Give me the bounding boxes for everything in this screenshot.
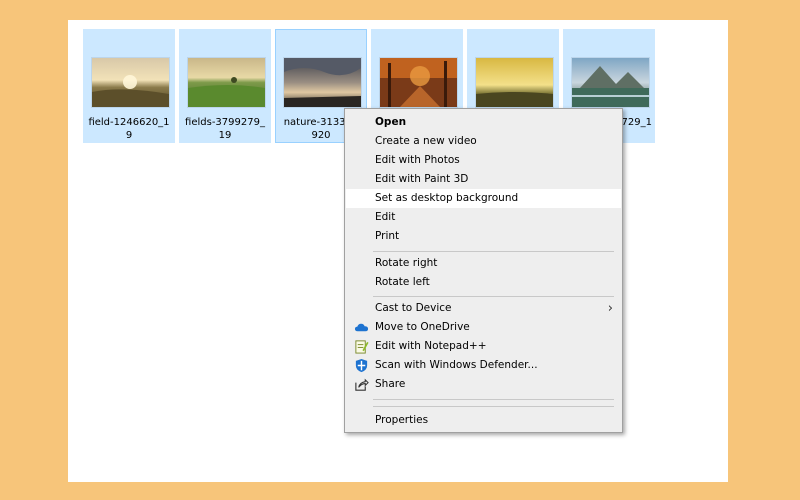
menu-item-rotate-right[interactable]: Rotate right	[346, 254, 621, 273]
image-thumbnail	[476, 58, 553, 107]
menu-item-share[interactable]: Share	[346, 375, 621, 394]
share-icon	[355, 378, 369, 391]
notepad-plus-plus-icon	[355, 340, 369, 354]
image-thumbnail	[380, 58, 457, 107]
menu-item-properties[interactable]: Properties	[346, 411, 621, 430]
image-thumbnail	[188, 58, 265, 107]
chevron-right-icon: ›	[607, 301, 613, 316]
menu-item-edit-with-paint3d[interactable]: Edit with Paint 3D	[346, 170, 621, 189]
file-tile[interactable]: fields-3799279_1920	[179, 29, 271, 144]
menu-item-create-video[interactable]: Create a new video	[346, 132, 621, 151]
menu-item-scan-with-defender[interactable]: Scan with Windows Defender...	[346, 356, 621, 375]
menu-item-edit-with-notepad-plus-plus[interactable]: Edit with Notepad++	[346, 337, 621, 356]
menu-item-set-desktop-background[interactable]: Set as desktop background	[346, 189, 621, 208]
menu-item-rotate-left[interactable]: Rotate left	[346, 273, 621, 292]
menu-separator	[373, 251, 614, 252]
menu-item-move-to-onedrive[interactable]: Move to OneDrive	[346, 318, 621, 337]
menu-separator	[373, 399, 614, 400]
image-thumbnail	[284, 58, 361, 107]
onedrive-cloud-icon	[354, 323, 369, 332]
context-menu: Open Create a new video Edit with Photos…	[344, 108, 623, 433]
menu-item-cast-to-device[interactable]: Cast to Device ›	[346, 299, 621, 318]
menu-item-print[interactable]: Print	[346, 227, 621, 246]
file-tile[interactable]: field-1246620_1920	[83, 29, 175, 144]
file-name: fields-3799279_1920	[185, 117, 265, 144]
menu-item-edit-with-photos[interactable]: Edit with Photos	[346, 151, 621, 170]
menu-item-open[interactable]: Open	[346, 113, 621, 132]
image-thumbnail	[572, 58, 649, 107]
menu-item-edit[interactable]: Edit	[346, 208, 621, 227]
image-thumbnail	[92, 58, 169, 107]
menu-separator	[373, 296, 614, 297]
windows-defender-shield-icon	[355, 358, 368, 373]
file-name: field-1246620_1920	[88, 117, 170, 144]
menu-separator	[373, 406, 614, 407]
